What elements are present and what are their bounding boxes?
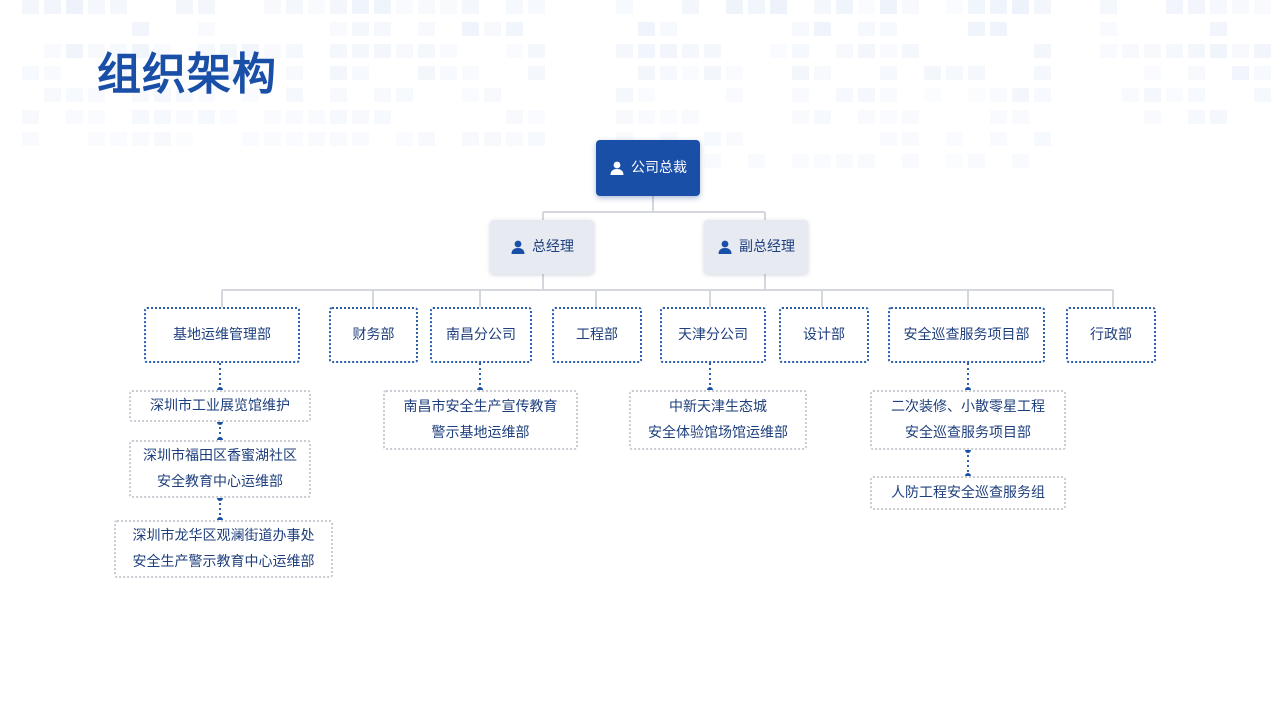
person-icon (511, 240, 525, 254)
sub-unit-label: 中新天津生态城 (669, 399, 767, 415)
sub-unit-label: 南昌市安全生产宣传教育 (403, 399, 558, 415)
person-icon (718, 240, 732, 254)
node-sub-tianjin-experience: 中新天津生态城 安全体验馆场馆运维部 (629, 390, 807, 450)
dept-label: 天津分公司 (678, 327, 748, 343)
node-dept-admin: 行政部 (1066, 307, 1156, 363)
node-dept-nanchang-branch: 南昌分公司 (430, 307, 532, 363)
dept-label: 南昌分公司 (446, 327, 516, 343)
node-sub-shenzhen-xiangmihu: 深圳市福田区香蜜湖社区 安全教育中心运维部 (129, 440, 311, 498)
node-sub-nanchang-base: 南昌市安全生产宣传教育 警示基地运维部 (383, 390, 578, 450)
node-dept-base-ops: 基地运维管理部 (144, 307, 300, 363)
sub-unit-label: 警示基地运维部 (431, 425, 530, 441)
node-ceo: 公司总裁 (596, 140, 700, 196)
sub-unit-label: 深圳市龙华区观澜街道办事处 (132, 528, 315, 544)
dept-label: 工程部 (576, 327, 618, 343)
sub-unit-label: 人防工程安全巡查服务组 (891, 485, 1045, 501)
sub-unit-label: 安全教育中心运维部 (157, 474, 283, 490)
node-ceo-label: 公司总裁 (631, 160, 687, 176)
sub-unit-label: 安全生产警示教育中心运维部 (132, 554, 315, 570)
dept-label: 财务部 (352, 327, 395, 343)
node-general-manager: 总经理 (490, 220, 594, 274)
node-sub-shenzhen-exhibition: 深圳市工业展览馆维护 (129, 390, 311, 422)
person-icon (610, 161, 624, 175)
node-sub-civil-defense-patrol: 人防工程安全巡查服务组 (870, 476, 1066, 510)
dept-label: 设计部 (803, 327, 845, 343)
sub-unit-label: 二次装修、小散零星工程 (891, 399, 1045, 415)
node-dept-tianjin-branch: 天津分公司 (660, 307, 766, 363)
sub-unit-label: 深圳市福田区香蜜湖社区 (143, 448, 297, 464)
node-deputy-general-manager: 副总经理 (704, 220, 808, 274)
node-dept-engineering: 工程部 (552, 307, 642, 363)
sub-unit-label: 深圳市工业展览馆维护 (150, 398, 290, 414)
sub-unit-label: 安全体验馆场馆运维部 (648, 425, 788, 441)
node-sub-decoration-patrol: 二次装修、小散零星工程 安全巡查服务项目部 (870, 390, 1066, 450)
sub-unit-label: 安全巡查服务项目部 (905, 425, 1031, 441)
node-dept-design: 设计部 (779, 307, 869, 363)
dept-label: 安全巡查服务项目部 (903, 327, 1030, 343)
node-deputy-general-manager-label: 副总经理 (739, 239, 795, 255)
node-general-manager-label: 总经理 (532, 239, 574, 255)
node-dept-safety-patrol: 安全巡查服务项目部 (888, 307, 1045, 363)
node-sub-shenzhen-guanlan: 深圳市龙华区观澜街道办事处 安全生产警示教育中心运维部 (114, 520, 333, 578)
dept-label: 行政部 (1090, 327, 1132, 343)
node-dept-finance: 财务部 (329, 307, 418, 363)
dept-label: 基地运维管理部 (173, 327, 271, 343)
